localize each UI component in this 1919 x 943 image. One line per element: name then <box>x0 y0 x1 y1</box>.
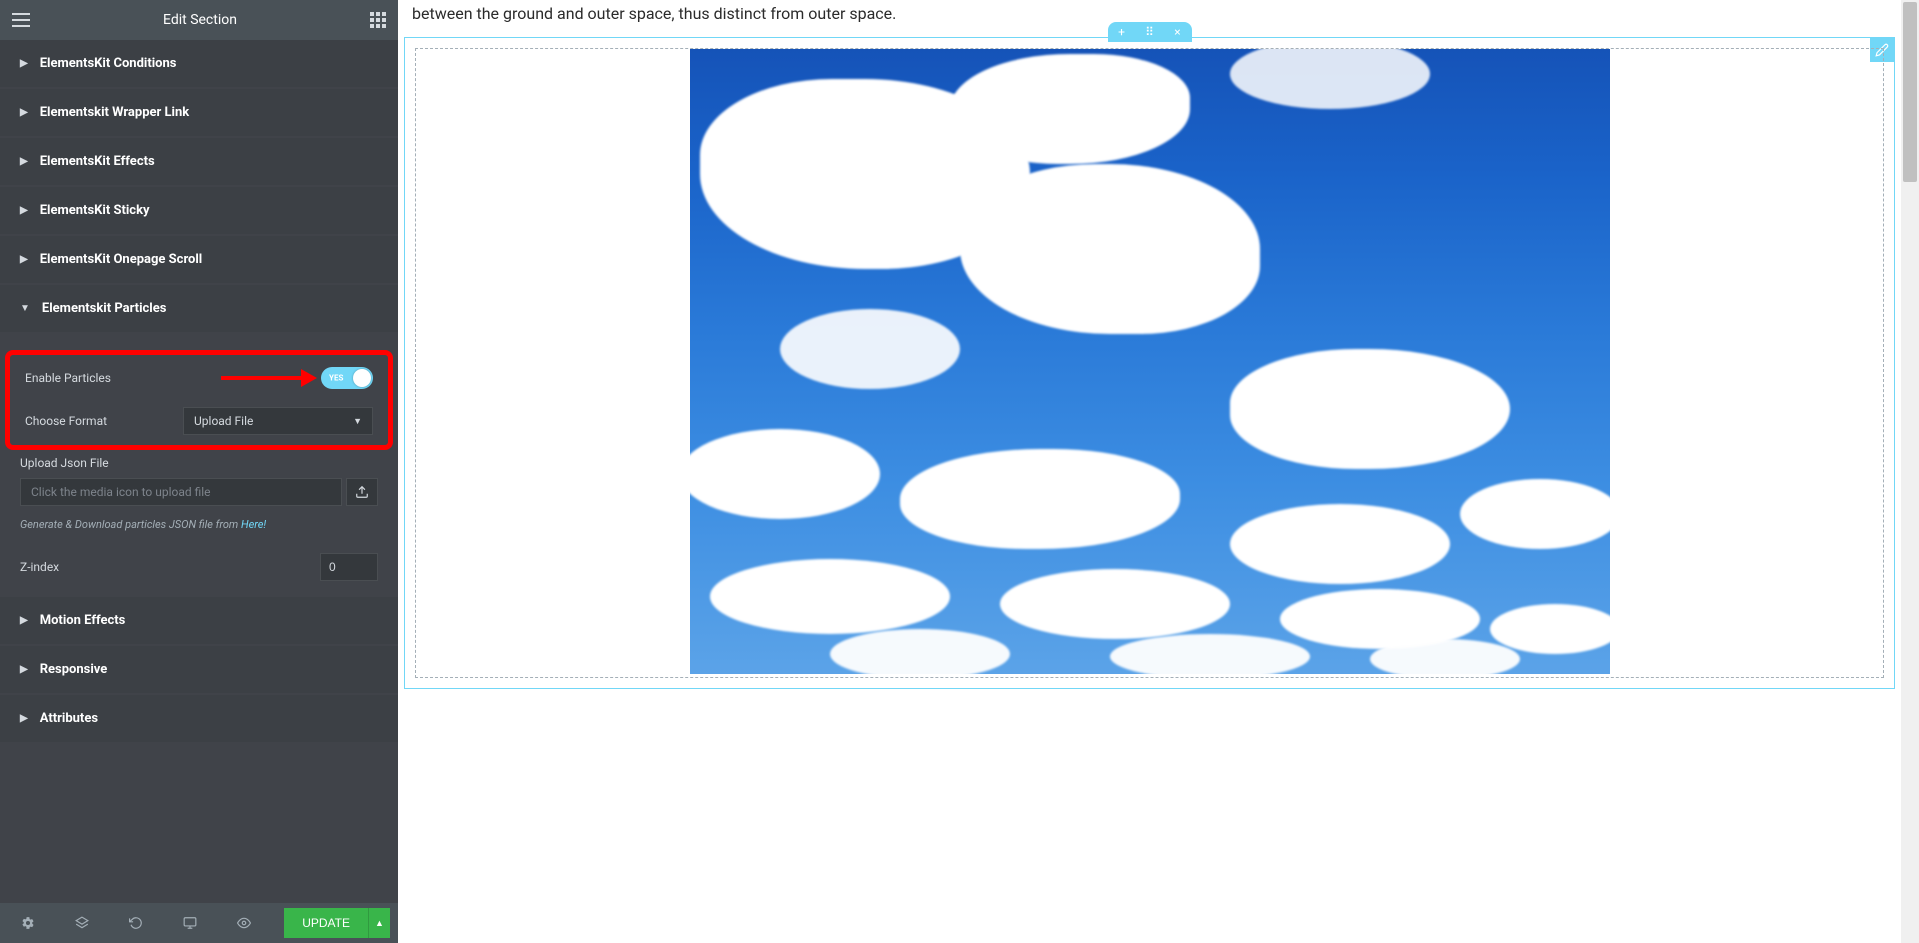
hint-link[interactable]: Here! <box>241 518 266 531</box>
caret-right-icon: ▶ <box>20 156 28 167</box>
highlight-annotation: Enable Particles YES Choose Format <box>5 350 393 450</box>
sky-image <box>690 49 1610 674</box>
upload-json-label: Upload Json File <box>20 456 378 470</box>
column-outline[interactable] <box>415 48 1884 678</box>
caret-right-icon: ▶ <box>20 107 28 118</box>
sidebar-panel: Edit Section ▶ ElementsKit Conditions ▶ El… <box>0 0 398 943</box>
settings-icon[interactable] <box>8 903 48 943</box>
upload-json-input[interactable]: Click the media icon to upload file <box>20 478 342 506</box>
sidebar-header: Edit Section <box>0 0 398 40</box>
scrollbar-track[interactable] <box>1901 0 1919 943</box>
accordion-label: ElementsKit Onepage Scroll <box>40 252 203 267</box>
widgets-grid-icon[interactable] <box>370 12 386 28</box>
accordion-attributes[interactable]: ▶ Attributes <box>0 695 398 742</box>
caret-right-icon: ▶ <box>20 615 28 626</box>
arrow-annotation <box>221 369 317 387</box>
hint-text: Generate & Download particles JSON file … <box>20 518 378 531</box>
canvas: between the ground and outer space, thus… <box>398 0 1901 943</box>
enable-particles-toggle[interactable]: YES <box>321 367 373 389</box>
accordion-label: Elementskit Particles <box>42 301 167 316</box>
toggle-knob <box>353 369 371 387</box>
caret-right-icon: ▶ <box>20 664 28 675</box>
accordion-motion-effects[interactable]: ▶ Motion Effects <box>0 597 398 644</box>
accordion-label: Motion Effects <box>40 613 126 628</box>
accordion-label: Responsive <box>40 662 108 677</box>
update-dropdown-button[interactable]: ▲ <box>368 908 390 938</box>
accordion-label: ElementsKit Sticky <box>40 203 150 218</box>
sidebar-footer: UPDATE ▲ <box>0 903 398 943</box>
enable-particles-label: Enable Particles <box>25 371 111 385</box>
preview-icon[interactable] <box>224 903 264 943</box>
caret-right-icon: ▶ <box>20 713 28 724</box>
accordion-label: Elementskit Wrapper Link <box>40 105 190 120</box>
zindex-label: Z-index <box>20 560 59 574</box>
particles-body: Enable Particles YES Choose Format <box>0 334 398 597</box>
caret-down-icon: ▼ <box>20 303 30 314</box>
history-icon[interactable] <box>116 903 156 943</box>
choose-format-select[interactable]: Upload File ▼ <box>183 407 373 435</box>
accordion-list: ▶ ElementsKit Conditions ▶ Elementskit Wra… <box>0 40 398 903</box>
zindex-input[interactable] <box>320 553 378 581</box>
select-value: Upload File <box>194 414 253 428</box>
accordion-label: Attributes <box>40 711 98 726</box>
scrollbar-thumb[interactable] <box>1903 2 1917 182</box>
toggle-state-label: YES <box>329 374 343 383</box>
accordion-responsive[interactable]: ▶ Responsive <box>0 646 398 693</box>
section-outline[interactable] <box>404 37 1895 689</box>
upload-media-button[interactable] <box>346 478 378 506</box>
choose-format-label: Choose Format <box>25 414 107 428</box>
accordion-particles[interactable]: ▼ Elementskit Particles <box>0 285 398 332</box>
upload-icon <box>355 485 369 499</box>
accordion-wrapper-link[interactable]: ▶ Elementskit Wrapper Link <box>0 89 398 136</box>
chevron-down-icon: ▼ <box>353 416 362 427</box>
accordion-onepage-scroll[interactable]: ▶ ElementsKit Onepage Scroll <box>0 236 398 283</box>
navigator-icon[interactable] <box>62 903 102 943</box>
caret-right-icon: ▶ <box>20 254 28 265</box>
caret-right-icon: ▶ <box>20 205 28 216</box>
responsive-icon[interactable] <box>170 903 210 943</box>
accordion-label: ElementsKit Conditions <box>40 56 177 71</box>
update-button[interactable]: UPDATE <box>284 908 368 938</box>
accordion-sticky[interactable]: ▶ ElementsKit Sticky <box>0 187 398 234</box>
accordion-label: ElementsKit Effects <box>40 154 155 169</box>
sidebar-title: Edit Section <box>30 12 370 28</box>
accordion-effects[interactable]: ▶ ElementsKit Effects <box>0 138 398 185</box>
upload-placeholder: Click the media icon to upload file <box>31 485 211 499</box>
accordion-conditions[interactable]: ▶ ElementsKit Conditions <box>0 40 398 87</box>
caret-right-icon: ▶ <box>20 58 28 69</box>
hamburger-icon[interactable] <box>12 13 30 27</box>
